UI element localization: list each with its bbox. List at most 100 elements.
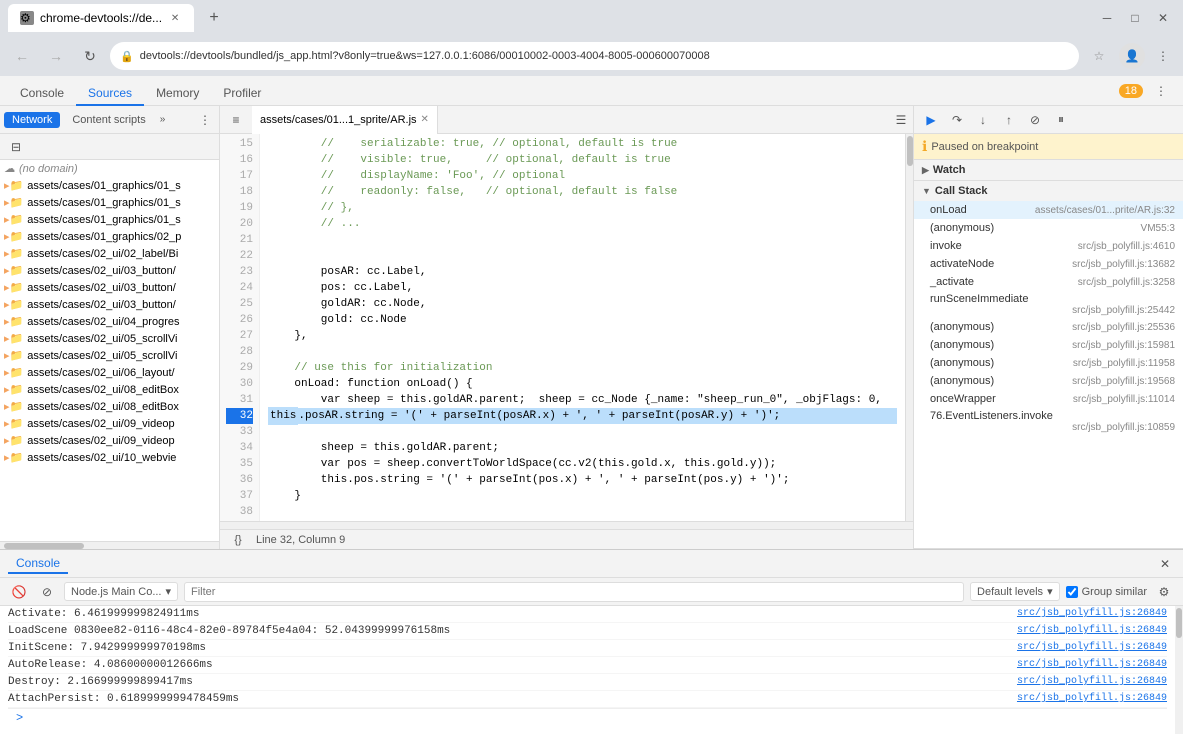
tree-item-1[interactable]: ▸📁assets/cases/01_graphics/01_s — [0, 194, 219, 211]
extensions-button[interactable]: ⋮ — [1151, 44, 1175, 68]
url-bar[interactable]: 🔒 devtools://devtools/bundled/js_app.htm… — [110, 42, 1079, 70]
tree-item-15[interactable]: ▸📁assets/cases/02_ui/09_videop — [0, 432, 219, 449]
sidebar-h-scrollbar[interactable] — [0, 541, 219, 549]
tree-item-8[interactable]: ▸📁assets/cases/02_ui/04_progres — [0, 313, 219, 330]
console-v-scrollbar[interactable] — [1175, 606, 1183, 734]
new-tab-button[interactable]: + — [202, 6, 226, 30]
tree-item-6[interactable]: ▸📁assets/cases/02_ui/03_button/ — [0, 279, 219, 296]
sidebar-more-icon[interactable]: » — [160, 114, 166, 125]
folder-icon: ▸📁 — [4, 383, 23, 396]
cs-func-4: _activate — [930, 276, 974, 288]
call-stack-item-1[interactable]: (anonymous) VM55:3 — [914, 219, 1183, 237]
close-button[interactable]: ✕ — [1151, 6, 1175, 30]
call-stack-item-8[interactable]: (anonymous) src/jsb_polyfill.js:11958 — [914, 354, 1183, 372]
tree-item-4[interactable]: ▸📁assets/cases/02_ui/02_label/Bi — [0, 245, 219, 262]
step-into-button[interactable]: ↓ — [972, 109, 994, 131]
call-stack-item-6[interactable]: (anonymous) src/jsb_polyfill.js:25536 — [914, 318, 1183, 336]
console-src-1[interactable]: src/jsb_polyfill.js:26849 — [1017, 625, 1167, 637]
call-stack-header[interactable]: ▼ Call Stack — [914, 181, 1183, 201]
toggle-navigator-button[interactable]: ≡ — [224, 108, 248, 132]
step-over-button[interactable]: ↷ — [946, 109, 968, 131]
tab-profiler[interactable]: Profiler — [211, 82, 273, 106]
editor-tabs: ≡ assets/cases/01...1_sprite/AR.js ✕ ☰ — [220, 106, 913, 134]
code-content: // serializable: true, // optional, defa… — [260, 134, 905, 521]
editor-tab-close-button[interactable]: ✕ — [421, 114, 429, 125]
tree-item-10[interactable]: ▸📁assets/cases/02_ui/05_scrollVi — [0, 347, 219, 364]
tree-item-5[interactable]: ▸📁assets/cases/02_ui/03_button/ — [0, 262, 219, 279]
console-src-5[interactable]: src/jsb_polyfill.js:26849 — [1017, 693, 1167, 705]
resume-button[interactable]: ▶ — [920, 109, 942, 131]
tree-item-2[interactable]: ▸📁assets/cases/01_graphics/01_s — [0, 211, 219, 228]
format-button[interactable]: {} — [228, 530, 248, 550]
call-stack-item-9[interactable]: (anonymous) src/jsb_polyfill.js:19568 — [914, 372, 1183, 390]
cs-func-0: onLoad — [930, 204, 967, 216]
console-src-2[interactable]: src/jsb_polyfill.js:26849 — [1017, 642, 1167, 654]
call-stack-item-11[interactable]: 76.EventListeners.invoke src/jsb_polyfil… — [914, 408, 1183, 435]
collapse-all-button[interactable]: ⊟ — [6, 137, 26, 157]
group-similar-checkbox[interactable] — [1066, 586, 1078, 598]
console-filter-toggle[interactable]: ⊘ — [36, 581, 58, 603]
console-tab[interactable]: Console — [8, 554, 68, 574]
tree-item-9[interactable]: ▸📁assets/cases/02_ui/05_scrollVi — [0, 330, 219, 347]
deactivate-breakpoints-button[interactable]: ⊘ — [1024, 109, 1046, 131]
console-clear-button[interactable]: 🚫 — [8, 581, 30, 603]
call-stack-item-2[interactable]: invoke src/jsb_polyfill.js:4610 — [914, 237, 1183, 255]
tree-item-12[interactable]: ▸📁assets/cases/02_ui/08_editBox — [0, 381, 219, 398]
tab-console[interactable]: Console — [8, 82, 76, 106]
editor-v-scrollbar[interactable] — [905, 134, 913, 521]
call-stack-item-3[interactable]: activateNode src/jsb_polyfill.js:13682 — [914, 255, 1183, 273]
code-line-29: // use this for initialization — [268, 360, 897, 376]
call-stack-item-10[interactable]: onceWrapper src/jsb_polyfill.js:11014 — [914, 390, 1183, 408]
pause-on-exceptions-button[interactable]: ⏸ — [1050, 109, 1072, 131]
call-stack-item-0[interactable]: onLoad assets/cases/01...prite/AR.js:32 — [914, 201, 1183, 219]
editor-file-tab[interactable]: assets/cases/01...1_sprite/AR.js ✕ — [252, 106, 438, 134]
devtools-menu-button[interactable]: ⋮ — [1147, 77, 1175, 105]
tab-close-button[interactable]: ✕ — [168, 11, 182, 25]
forward-button[interactable]: → — [42, 42, 70, 70]
sidebar-options-button[interactable]: ⋮ — [195, 111, 215, 129]
back-button[interactable]: ← — [8, 42, 36, 70]
tree-item-11[interactable]: ▸📁assets/cases/02_ui/06_layout/ — [0, 364, 219, 381]
group-similar-toggle[interactable]: Group similar — [1066, 586, 1147, 598]
call-stack-item-5[interactable]: runSceneImmediate src/jsb_polyfill.js:25… — [914, 291, 1183, 318]
bookmark-button[interactable]: ☆ — [1085, 42, 1113, 70]
console-output: Activate: 6.461999999824911ms src/jsb_po… — [0, 606, 1175, 734]
tree-item-label-16: assets/cases/02_ui/10_webvie — [27, 452, 176, 464]
call-stack-item-7[interactable]: (anonymous) src/jsb_polyfill.js:15981 — [914, 336, 1183, 354]
watch-header[interactable]: ▶ Watch — [914, 160, 1183, 180]
browser-tab[interactable]: ⚙ chrome-devtools://de... ✕ — [8, 4, 194, 32]
reload-button[interactable]: ↻ — [76, 42, 104, 70]
editor-h-scrollbar[interactable] — [220, 521, 913, 529]
editor-area: ≡ assets/cases/01...1_sprite/AR.js ✕ ☰ 1… — [220, 106, 913, 549]
tree-item-label-8: assets/cases/02_ui/04_progres — [27, 316, 179, 328]
minimize-button[interactable]: ─ — [1095, 6, 1119, 30]
step-out-button[interactable]: ↑ — [998, 109, 1020, 131]
console-levels-selector[interactable]: Default levels ▾ — [970, 582, 1060, 601]
tree-item-3[interactable]: ▸📁assets/cases/01_graphics/02_p — [0, 228, 219, 245]
tree-item-16[interactable]: ▸📁assets/cases/02_ui/10_webvie — [0, 449, 219, 466]
tab-memory[interactable]: Memory — [144, 82, 211, 106]
tree-item-14[interactable]: ▸📁assets/cases/02_ui/09_videop — [0, 415, 219, 432]
console-close-button[interactable]: ✕ — [1155, 554, 1175, 574]
editor-more-button[interactable]: ☰ — [889, 108, 913, 132]
console-context-selector[interactable]: Node.js Main Co... ▾ — [64, 582, 178, 601]
tree-item-13[interactable]: ▸📁assets/cases/02_ui/08_editBox — [0, 398, 219, 415]
console-input-field[interactable] — [29, 712, 1159, 724]
maximize-button[interactable]: □ — [1123, 6, 1147, 30]
cs-func-1: (anonymous) — [930, 222, 994, 234]
console-src-4[interactable]: src/jsb_polyfill.js:26849 — [1017, 676, 1167, 688]
console-filter-input[interactable] — [184, 582, 964, 602]
tree-item-7[interactable]: ▸📁assets/cases/02_ui/03_button/ — [0, 296, 219, 313]
tab-content-scripts[interactable]: Content scripts — [64, 112, 153, 128]
tab-sources[interactable]: Sources — [76, 82, 144, 106]
console-src-3[interactable]: src/jsb_polyfill.js:26849 — [1017, 659, 1167, 671]
console-settings-button[interactable]: ⚙ — [1153, 581, 1175, 603]
console-src-0[interactable]: src/jsb_polyfill.js:26849 — [1017, 608, 1167, 620]
tab-network[interactable]: Network — [4, 112, 60, 128]
tree-item-label-9: assets/cases/02_ui/05_scrollVi — [27, 333, 177, 345]
code-editor[interactable]: 1516171819 2021222324 2526272829 303132 … — [220, 134, 905, 521]
user-button[interactable]: 👤 — [1119, 43, 1145, 69]
code-line-19: // }, — [268, 200, 897, 216]
call-stack-item-4[interactable]: _activate src/jsb_polyfill.js:3258 — [914, 273, 1183, 291]
tree-item-0[interactable]: ▸📁assets/cases/01_graphics/01_s — [0, 177, 219, 194]
